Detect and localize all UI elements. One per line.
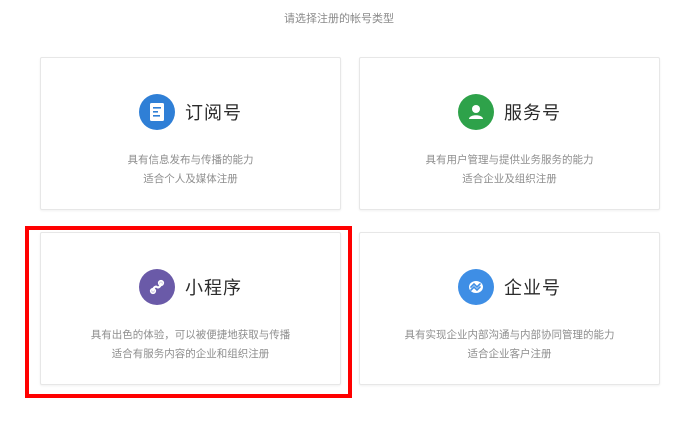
card-title: 小程序 [185, 278, 242, 299]
card-description-line: 适合企业客户注册 [467, 348, 552, 360]
card-description-line: 具有实现企业内部沟通与内部协同管理的能力 [404, 329, 615, 341]
card-title: 企业号 [504, 278, 561, 299]
mini-program-icon [139, 269, 175, 305]
card-description: 具有用户管理与提供业务服务的能力 适合企业及组织注册 [360, 151, 659, 189]
card-title: 服务号 [504, 103, 561, 124]
document-icon [139, 94, 175, 130]
card-description: 具有实现企业内部沟通与内部协同管理的能力 适合企业客户注册 [360, 326, 659, 364]
card-description-line: 适合企业及组织注册 [462, 173, 557, 185]
card-description-line: 具有用户管理与提供业务服务的能力 [425, 154, 594, 166]
card-description: 具有信息发布与传播的能力 适合个人及媒体注册 [41, 151, 340, 189]
card-description-line: 适合有服务内容的企业和组织注册 [111, 348, 270, 360]
card-description-line: 具有出色的体验，可以被便捷地获取与传播 [90, 329, 291, 341]
card-description: 具有出色的体验，可以被便捷地获取与传播 适合有服务内容的企业和组织注册 [41, 326, 340, 364]
card-title: 订阅号 [185, 103, 242, 124]
enterprise-icon [458, 269, 494, 305]
card-subscription-account[interactable]: 订阅号 具有信息发布与传播的能力 适合个人及媒体注册 [40, 57, 341, 210]
card-service-account[interactable]: 服务号 具有用户管理与提供业务服务的能力 适合企业及组织注册 [359, 57, 660, 210]
page-hint: 请选择注册的帐号类型 [284, 12, 394, 25]
card-enterprise-account[interactable]: 企业号 具有实现企业内部沟通与内部协同管理的能力 适合企业客户注册 [359, 232, 660, 385]
card-description-line: 适合个人及媒体注册 [143, 173, 238, 185]
card-mini-program[interactable]: 小程序 具有出色的体验，可以被便捷地获取与传播 适合有服务内容的企业和组织注册 [40, 232, 341, 385]
card-description-line: 具有信息发布与传播的能力 [127, 154, 254, 166]
user-icon [458, 94, 494, 130]
